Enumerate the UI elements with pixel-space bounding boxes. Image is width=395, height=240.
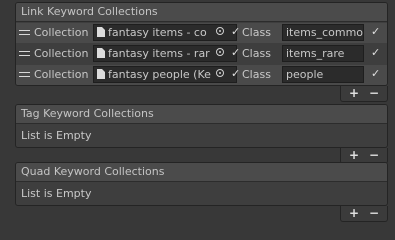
drag-handle-icon[interactable] — [19, 30, 30, 36]
add-button[interactable]: + — [344, 86, 364, 100]
object-picker-icon[interactable] — [216, 27, 224, 35]
list-item[interactable]: Collection fantasy items - rar ✓ Class i… — [16, 44, 387, 64]
drag-handle-icon[interactable] — [19, 72, 30, 78]
tag-keyword-collections-panel: Tag Keyword Collections List is Empty — [15, 104, 388, 148]
class-field[interactable]: people — [282, 66, 364, 83]
list-item[interactable]: Collection fantasy items - co ✓ Class it… — [16, 23, 387, 43]
collection-label: Collection — [34, 26, 89, 39]
list-item[interactable]: Collection fantasy people (Ke ✓ Class pe… — [16, 65, 387, 85]
class-checkbox[interactable]: ✓ — [231, 67, 240, 80]
object-picker-icon[interactable] — [216, 48, 224, 56]
document-icon — [97, 48, 105, 58]
row-checkbox[interactable]: ✓ — [371, 67, 380, 80]
class-label: Class — [242, 47, 271, 60]
collection-value: fantasy items - co — [108, 26, 207, 39]
class-checkbox[interactable]: ✓ — [231, 25, 240, 38]
tag-keyword-collections-header: Tag Keyword Collections — [16, 105, 387, 124]
collection-value: fantasy people (Ke — [108, 68, 211, 81]
document-icon — [97, 27, 105, 37]
object-picker-icon[interactable] — [216, 69, 224, 77]
quad-keyword-collections-header: Quad Keyword Collections — [16, 163, 387, 182]
collection-value: fantasy items - rar — [108, 47, 210, 60]
quad-list-footer: + − — [340, 206, 388, 222]
row-checkbox[interactable]: ✓ — [371, 25, 380, 38]
class-label: Class — [242, 68, 271, 81]
row-checkbox[interactable]: ✓ — [371, 46, 380, 59]
class-field[interactable]: items_rare — [282, 45, 364, 62]
quad-keyword-collections-panel: Quad Keyword Collections List is Empty — [15, 162, 388, 206]
add-button[interactable]: + — [344, 148, 364, 162]
class-checkbox[interactable]: ✓ — [231, 46, 240, 59]
class-label: Class — [242, 26, 271, 39]
remove-button[interactable]: − — [364, 206, 384, 220]
remove-button[interactable]: − — [364, 86, 384, 100]
collection-label: Collection — [34, 68, 89, 81]
remove-button[interactable]: − — [364, 148, 384, 162]
link-keyword-collections-header: Link Keyword Collections — [16, 3, 387, 22]
add-button[interactable]: + — [344, 206, 364, 220]
collection-label: Collection — [34, 47, 89, 60]
link-list-footer: + − — [340, 86, 388, 102]
empty-list-text: List is Empty — [21, 187, 92, 200]
document-icon — [97, 69, 105, 79]
drag-handle-icon[interactable] — [19, 51, 30, 57]
link-keyword-collections-panel: Link Keyword Collections Collection fant… — [15, 2, 388, 86]
class-field[interactable]: items_common — [282, 24, 364, 41]
empty-list-text: List is Empty — [21, 129, 92, 142]
